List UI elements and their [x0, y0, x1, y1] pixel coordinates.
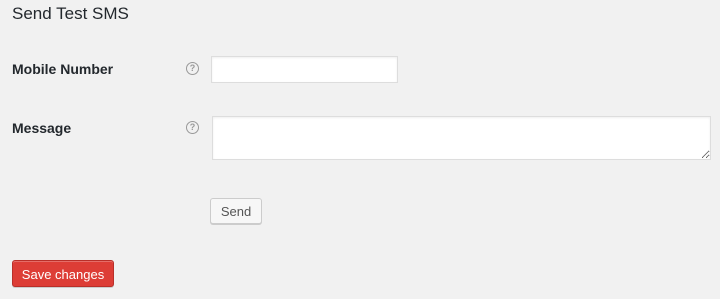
- save-changes-button[interactable]: Save changes: [12, 260, 114, 287]
- message-textarea[interactable]: [212, 116, 711, 160]
- message-label: Message: [12, 120, 72, 136]
- help-icon[interactable]: ?: [186, 121, 199, 134]
- help-icon[interactable]: ?: [186, 62, 199, 75]
- mobile-number-input[interactable]: [211, 56, 398, 83]
- send-button[interactable]: Send: [210, 198, 262, 224]
- mobile-number-label: Mobile Number: [12, 61, 114, 77]
- page-title: Send Test SMS: [12, 4, 129, 23]
